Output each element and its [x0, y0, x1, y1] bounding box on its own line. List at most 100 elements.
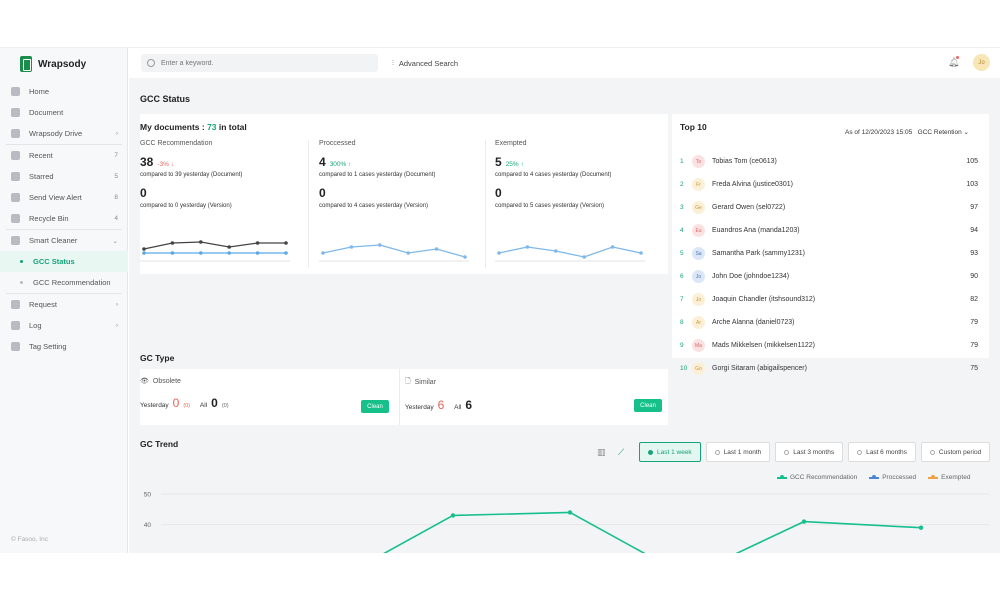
avatar: Jo [692, 270, 705, 283]
top10-row[interactable]: 7 Jo Joaquin Chandler (itshsound312) 82 [680, 288, 980, 311]
sidebar-item-label: Starred [29, 172, 54, 181]
avatar: Eu [692, 224, 705, 237]
search-box[interactable] [141, 54, 378, 72]
logo[interactable]: Wrapsody [20, 56, 86, 72]
sparkline-point [406, 251, 410, 255]
retention-count: 82 [970, 296, 978, 303]
sidebar-item-home[interactable]: Home [0, 81, 128, 102]
avatar: To [692, 155, 705, 168]
retention-count: 105 [966, 158, 978, 165]
bar-chart-icon[interactable]: ▥ [597, 447, 606, 458]
rank: 6 [680, 273, 684, 280]
processed-column: Proccessed 4 300% ↑ compared to 1 cases y… [319, 140, 489, 268]
retention-count: 93 [970, 250, 978, 257]
radio-icon [714, 449, 720, 455]
top10-row[interactable]: 1 To Tobias Tom (ce0613) 105 [680, 150, 980, 173]
y-tick-label: 40 [144, 522, 152, 529]
trend-series-0 [383, 511, 922, 553]
sidebar-item-tag-setting[interactable]: Tag Setting [0, 336, 128, 357]
rank: 7 [680, 296, 684, 303]
change-badge: 25% ↑ [505, 161, 524, 168]
sidebar-item-gcc-status[interactable]: GCC Status [0, 251, 128, 272]
as-of-timestamp: As of 12/20/2023 15:05 [845, 129, 913, 136]
obsolete-all-sub: (0) [221, 403, 229, 409]
sidebar-item-label: Recycle Bin [29, 214, 69, 223]
y-tick-label: 50 [144, 492, 152, 499]
top10-row[interactable]: 8 Ar Arche Alanna (daniel0723) 79 [680, 311, 980, 334]
search-input[interactable] [161, 59, 361, 67]
sidebar-item-log[interactable]: Log › [0, 315, 128, 336]
top10-row[interactable]: 4 Eu Euandros Ana (manda1203) 94 [680, 219, 980, 242]
user-name: Arche Alanna (daniel0723) [712, 319, 795, 326]
star-icon [11, 172, 20, 181]
avatar[interactable]: Jo [973, 54, 990, 71]
doc-value: 4 300% ↑ [319, 155, 352, 169]
sparkline-point [554, 249, 558, 253]
change-badge: -3% ↓ [157, 161, 174, 168]
log-icon [11, 321, 20, 330]
top10-row[interactable]: 5 Sa Samantha Park (sammy1231) 93 [680, 242, 980, 265]
sidebar-item-label: Tag Setting [29, 342, 67, 351]
radio-icon [784, 449, 790, 455]
range-button-last-6-months[interactable]: Last 6 months [848, 442, 916, 462]
version-value: 0 [140, 186, 147, 200]
obsolete-clean-button[interactable]: Clean [361, 400, 389, 413]
line-chart-icon[interactable]: ⟋ [618, 447, 624, 458]
user-name: Tobias Tom (ce0613) [712, 158, 777, 165]
chevron-right-icon: › [115, 322, 118, 329]
chevron-right-icon: › [115, 130, 118, 137]
radio-icon [857, 449, 863, 455]
avatar: Jo [692, 293, 705, 306]
sidebar-item-recent[interactable]: Recent 7 [0, 145, 128, 166]
rank: 1 [680, 158, 684, 165]
top10-list: 1 To Tobias Tom (ce0613) 105 2 Fr Freda Alvina… [680, 150, 980, 380]
range-button-last-3-months[interactable]: Last 3 months [775, 442, 844, 462]
sparkline-point [255, 241, 260, 245]
sidebar-item-smart-cleaner[interactable]: Smart Cleaner ⌄ [0, 230, 128, 251]
sidebar-item-label: Wrapsody Drive [29, 129, 83, 138]
doc-compare: compared to 4 cases yesterday (Document) [495, 172, 612, 178]
range-button-custom-period[interactable]: Custom period [920, 442, 991, 462]
sidebar-item-gcc-recommendation[interactable]: GCC Recommendation [0, 272, 128, 293]
sidebar: Wrapsody Home Document Wrapsody Drive › R… [0, 48, 128, 553]
sparkline-point [255, 251, 260, 255]
sidebar-item-send-view-alert[interactable]: Send View Alert 8 [0, 187, 128, 208]
user-name: Samantha Park (sammy1231) [712, 250, 805, 257]
gcc-sparkline [140, 240, 290, 262]
obsolete-values: Yesterday 0 (0) All 0 (0) [140, 396, 229, 410]
sparkline-point [349, 245, 354, 249]
gcc-recommendation-column: GCC Recommendation 38 -3% ↓ compared to 3… [140, 140, 310, 268]
sidebar-item-wrapsody-drive[interactable]: Wrapsody Drive › [0, 123, 128, 144]
trend-point [918, 525, 924, 530]
top10-row[interactable]: 3 Ge Gerard Owen (sel0722) 97 [680, 196, 980, 219]
top10-row[interactable]: 10 Go Gorgi Sitaram (abigailspencer) 75 [680, 357, 980, 380]
sidebar-item-request[interactable]: Request › [0, 294, 128, 315]
sparkline-point [170, 241, 175, 245]
sidebar-item-recycle-bin[interactable]: Recycle Bin 4 [0, 208, 128, 229]
range-button-last-1-week[interactable]: Last 1 week [639, 442, 701, 462]
retention-count: 103 [966, 181, 978, 188]
range-button-last-1-month[interactable]: Last 1 month [705, 442, 771, 462]
sparkline-point [170, 251, 175, 255]
sidebar-item-label: Home [29, 87, 50, 96]
top10-row[interactable]: 2 Fr Freda Alvina (justice0301) 103 [680, 173, 980, 196]
file-icon: 🗋︎ [405, 378, 411, 385]
search-icon [147, 59, 155, 67]
sliders-icon: ⫶ [392, 58, 394, 67]
top10-card: Top 10 As of 12/20/2023 15:05 GCC Retent… [672, 114, 989, 375]
avatar: Ar [692, 316, 705, 329]
similar-clean-button[interactable]: Clean [634, 399, 662, 412]
advanced-search-button[interactable]: ⫶ Advanced Search [392, 58, 458, 68]
sidebar-item-document[interactable]: Document [0, 102, 128, 123]
user-name: John Doe (johndoe1234) [712, 273, 790, 280]
rank: 8 [680, 319, 684, 326]
sparkline-series-0 [322, 244, 466, 258]
top10-row[interactable]: 9 Ma Mads Mikkelsen (mikkelsen1122) 79 [680, 334, 980, 357]
user-name: Joaquin Chandler (itshsound312) [712, 296, 816, 303]
retention-dropdown[interactable]: GCC Retention ⌄ [918, 129, 969, 136]
sparkline-series-0 [143, 241, 286, 250]
sidebar-item-starred[interactable]: Starred 5 [0, 166, 128, 187]
gc-trend-title: GC Trend [140, 439, 179, 449]
top10-row[interactable]: 6 Jo John Doe (johndoe1234) 90 [680, 265, 980, 288]
radio-icon [929, 449, 935, 455]
